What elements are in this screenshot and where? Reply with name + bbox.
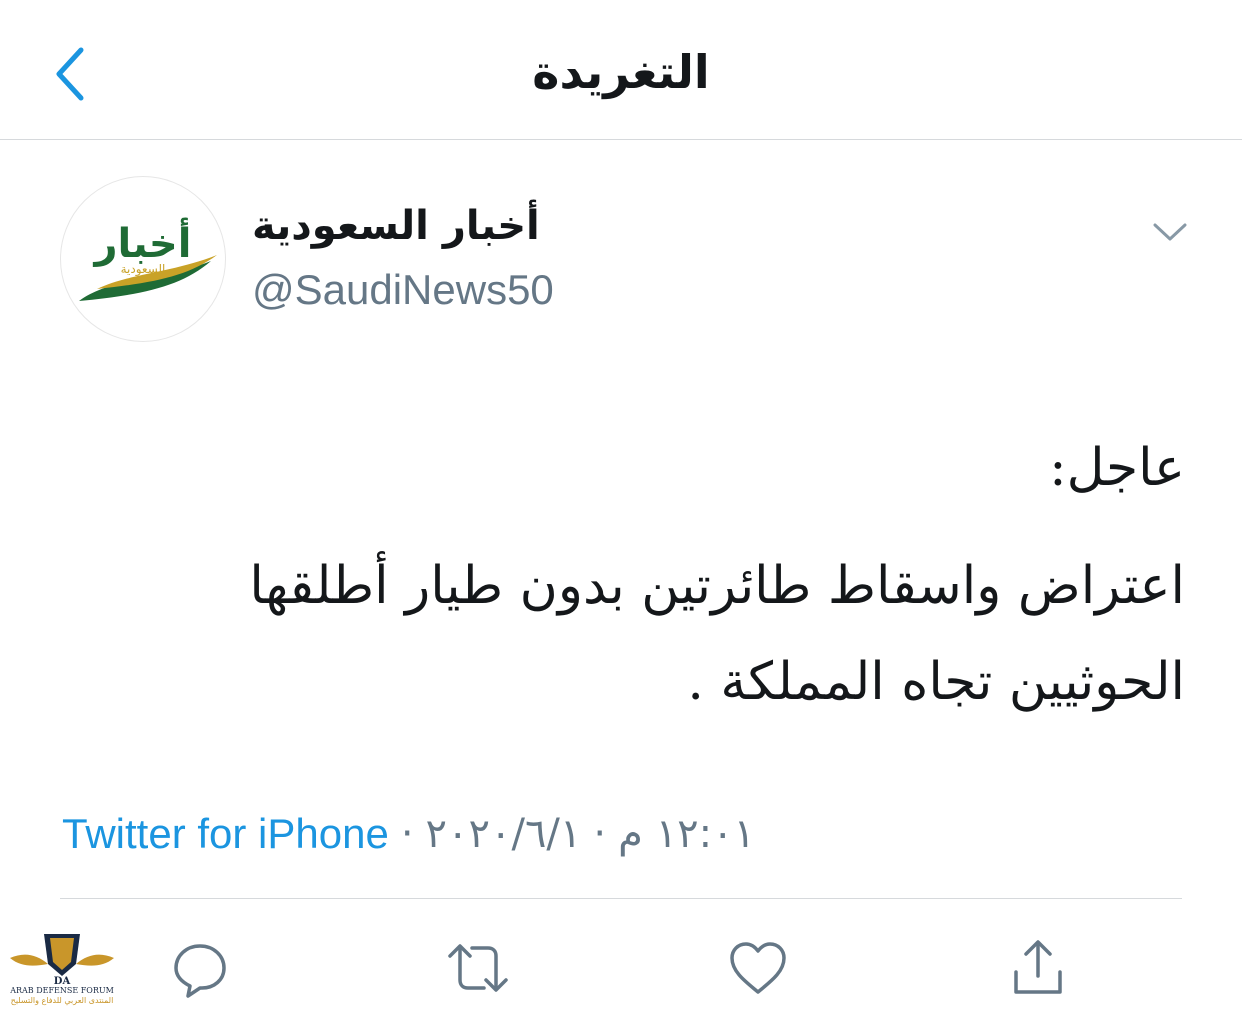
tweet-author: أخبار السعودية أخبار السعودية @SaudiNews… — [60, 176, 1190, 346]
page-title: التغريدة — [532, 45, 710, 99]
tweet-line: عاجل: — [1049, 438, 1185, 498]
tweet-line: اعتراض واسقاط طائرتين بدون طيار أطلقها — [249, 556, 1185, 616]
logo-title: أخبار — [93, 217, 192, 267]
share-icon — [1014, 940, 1062, 994]
watermark-subtitle: المنتدى العربي للدفاع والتسليح — [10, 996, 114, 1005]
tweet-line: الحوثيين تجاه المملكة . — [687, 652, 1185, 712]
author-handle[interactable]: @SaudiNews50 — [252, 264, 554, 316]
reply-button[interactable] — [168, 936, 232, 1000]
svg-text:DA: DA — [54, 976, 71, 986]
meta-separator: · — [400, 811, 414, 857]
watermark-title: ARAB DEFENSE FORUM — [10, 986, 114, 995]
divider — [60, 898, 1182, 899]
tweet-metadata: Twitter for iPhone · ٢٠٢٠/٦/١ · ١٢:٠١ م — [62, 804, 755, 864]
tweet-time: ١٢:٠١ م — [618, 811, 756, 857]
reply-icon — [174, 944, 226, 998]
top-nav-bar: التغريدة — [0, 0, 1242, 140]
eagle-shield-icon: DA — [10, 934, 114, 987]
heart-icon — [730, 942, 786, 994]
source-link[interactable]: Twitter for iPhone — [62, 810, 389, 858]
watermark-logo: DA ARAB DEFENSE FORUM المنتدى العربي للد… — [6, 924, 118, 1010]
meta-separator: · — [593, 811, 607, 857]
tweet-date: ٢٠٢٠/٦/١ — [425, 811, 582, 857]
share-button[interactable] — [1006, 936, 1070, 1000]
like-button[interactable] — [726, 936, 790, 1000]
retweet-icon — [448, 944, 508, 992]
avatar-logo: أخبار السعودية — [79, 217, 217, 301]
chevron-down-icon — [1153, 223, 1187, 241]
more-options-button[interactable] — [1148, 210, 1192, 254]
avatar[interactable]: أخبار السعودية — [60, 176, 226, 342]
retweet-button[interactable] — [446, 936, 510, 1000]
author-display-name[interactable]: أخبار السعودية — [252, 200, 540, 252]
tweet-text: عاجل: اعتراض واسقاط طائرتين بدون طيار أط… — [180, 420, 1185, 730]
